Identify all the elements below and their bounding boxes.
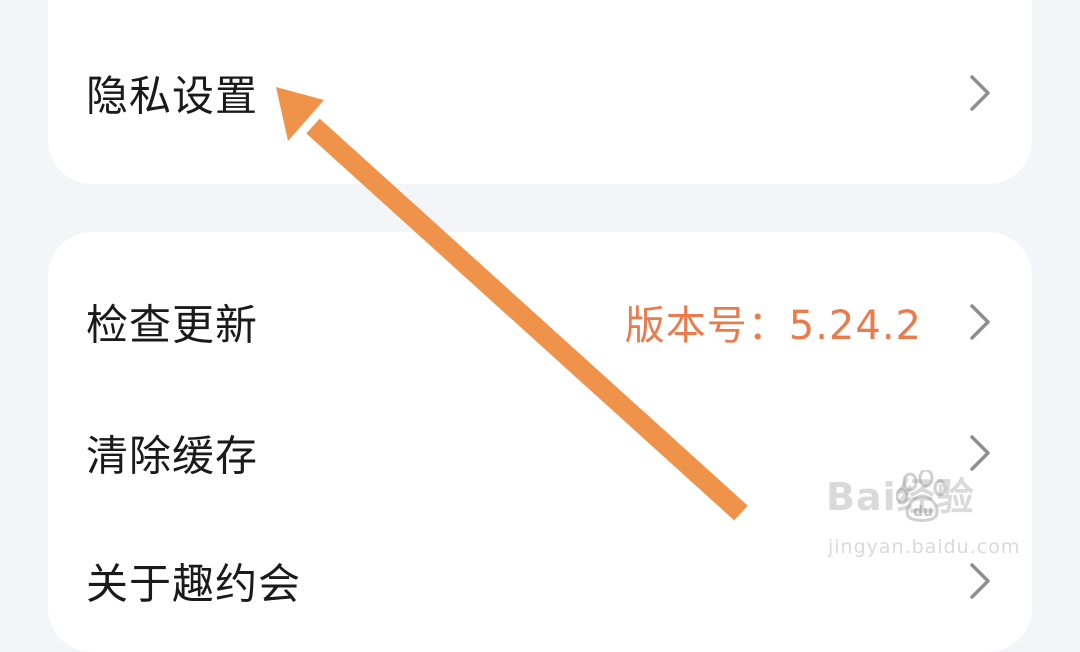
chevron-right-icon <box>968 73 992 113</box>
settings-item-label: 隐私设置 <box>86 71 259 121</box>
version-number: 版本号：5.24.2 <box>624 303 922 349</box>
settings-item-label: 清除缓存 <box>86 431 259 481</box>
chevron-right-icon <box>968 433 992 473</box>
settings-item-about[interactable]: 关于趣约会 <box>48 531 1032 631</box>
settings-item-check-update[interactable]: 检查更新 版本号：5.24.2 <box>48 272 1032 372</box>
settings-item-label: 关于趣约会 <box>86 559 302 609</box>
settings-item-label: 检查更新 <box>86 300 259 350</box>
chevron-right-icon <box>968 302 992 342</box>
settings-item-clear-cache[interactable]: 清除缓存 <box>48 403 1032 503</box>
chevron-right-icon <box>968 561 992 601</box>
settings-item-privacy[interactable]: 隐私设置 <box>48 43 1032 143</box>
